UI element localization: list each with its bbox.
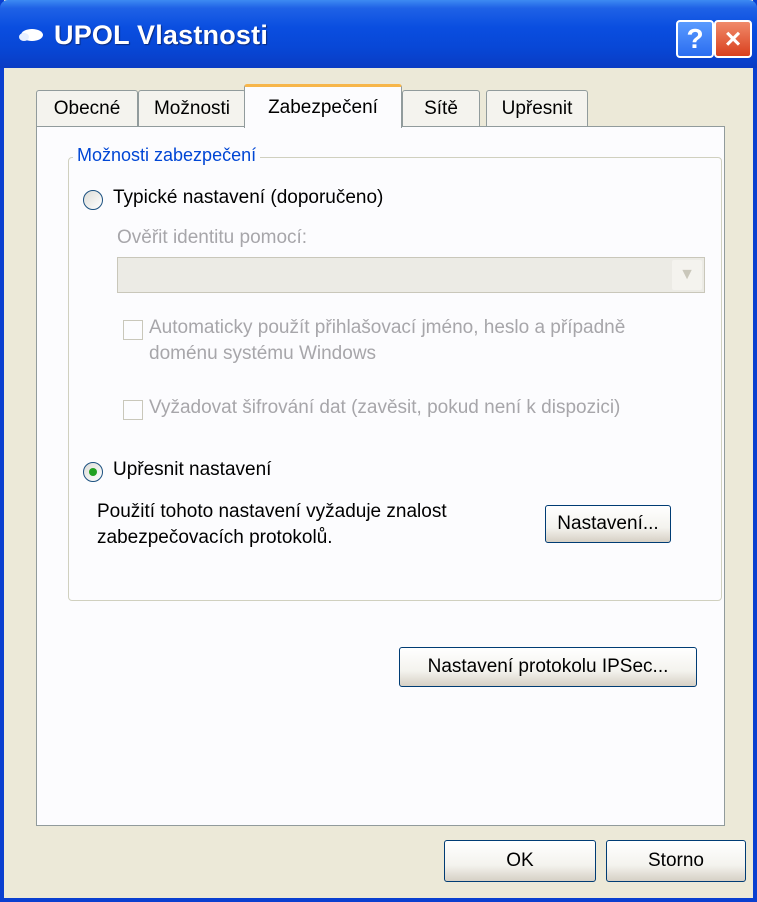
properties-window: UPOL Vlastnosti ? × Obecné Možnosti Zabe… [0, 0, 757, 902]
tab-label: Zabezpečení [268, 96, 378, 118]
help-button[interactable]: ? [676, 20, 714, 58]
tab-options[interactable]: Možnosti [138, 90, 246, 126]
tab-label: Sítě [424, 97, 458, 119]
tab-label: Upřesnit [501, 97, 573, 119]
require-encryption-label[interactable]: Vyžadovat šifrování dat (zavěsit, pokud … [149, 397, 620, 419]
network-connection-icon [19, 29, 43, 41]
typical-settings-label[interactable]: Typické nastavení (doporučeno) [113, 187, 383, 209]
ok-button[interactable]: OK [444, 840, 596, 882]
radio-selected-dot [89, 468, 97, 476]
ipsec-button-label: Nastavení protokolu IPSec... [427, 656, 669, 677]
help-icon: ? [686, 23, 704, 54]
settings-button-label: Nastavení... [557, 513, 659, 534]
advanced-settings-label[interactable]: Upřesnit nastavení [113, 459, 271, 481]
auto-login-label-line2[interactable]: doménu systému Windows [149, 343, 376, 365]
window-title: UPOL Vlastnosti [54, 20, 269, 50]
advanced-description-line2: zabezpečovacích protokolů. [97, 527, 333, 548]
typical-settings-radio[interactable] [83, 190, 103, 210]
auto-login-label-line1[interactable]: Automaticky použít přihlašovací jméno, h… [149, 317, 625, 339]
tab-security[interactable]: Zabezpečení [244, 84, 402, 128]
verify-identity-label: Ověřit identitu pomocí: [117, 227, 308, 248]
cancel-button-label: Storno [648, 850, 704, 871]
settings-button[interactable]: Nastavení... [545, 505, 671, 543]
close-button[interactable]: × [714, 20, 752, 58]
tab-networks[interactable]: Sítě [402, 90, 480, 126]
group-title: Možnosti zabezpečení [73, 145, 261, 166]
tab-label: Možnosti [153, 97, 231, 119]
cancel-button[interactable]: Storno [606, 840, 746, 882]
auto-login-checkbox[interactable] [123, 320, 143, 340]
security-tab-panel: Možnosti zabezpečení Typické nastavení (… [36, 126, 725, 826]
tab-label: Obecné [53, 97, 121, 119]
tab-general[interactable]: Obecné [36, 90, 138, 126]
advanced-settings-radio[interactable] [83, 462, 103, 482]
ipsec-settings-button[interactable]: Nastavení protokolu IPSec... [399, 647, 697, 687]
chevron-down-icon[interactable]: ▼ [672, 260, 702, 290]
close-icon: × [724, 23, 742, 54]
ok-button-label: OK [506, 850, 534, 871]
verify-identity-dropdown[interactable]: ▼ [117, 257, 705, 293]
advanced-description-line1: Použití tohoto nastavení vyžaduje znalos… [97, 501, 447, 522]
title-bar[interactable]: UPOL Vlastnosti ? × [0, 0, 757, 68]
require-encryption-checkbox[interactable] [123, 400, 143, 420]
tab-advanced[interactable]: Upřesnit [486, 90, 588, 126]
